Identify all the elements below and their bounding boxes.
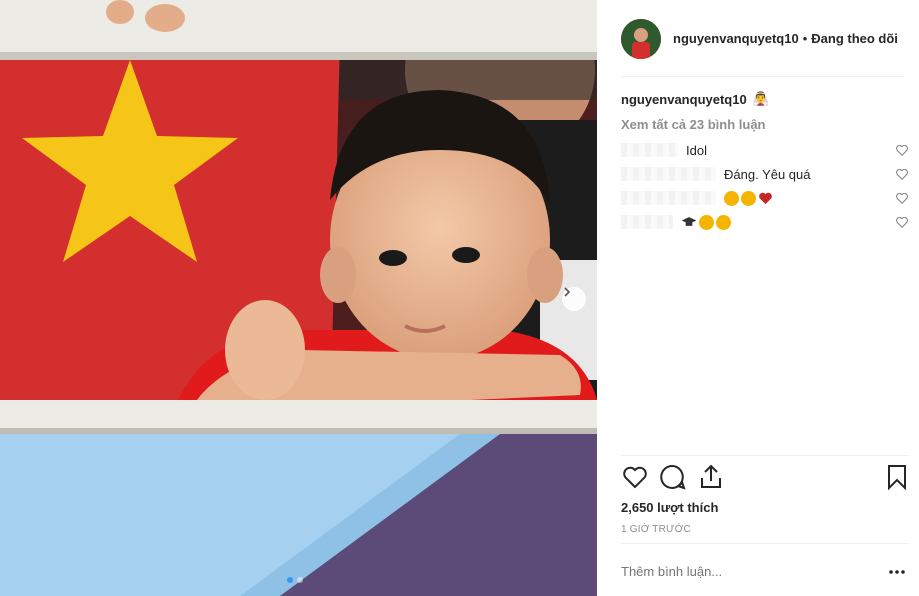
like-comment-heart-icon[interactable] xyxy=(895,167,909,181)
smiling-face-emoji-icon xyxy=(699,214,714,230)
caption-username[interactable]: nguyenvanquyetq10 xyxy=(621,92,747,107)
add-comment-input[interactable] xyxy=(621,564,881,579)
post-timestamp[interactable]: 1 GIỜ TRƯỚC xyxy=(621,524,691,535)
comment-text: Idol xyxy=(686,142,707,158)
post-sidebar: nguyenvanquyetq10 • Đang theo dõi nguyen… xyxy=(597,0,919,596)
chevron-right-icon xyxy=(564,287,571,297)
more-options-icon[interactable] xyxy=(887,565,907,579)
like-comment-heart-icon[interactable] xyxy=(895,215,909,229)
comment-item xyxy=(621,188,909,208)
like-heart-icon[interactable] xyxy=(621,463,649,491)
blurred-username xyxy=(621,191,716,205)
avatar-image xyxy=(621,18,661,59)
likes-count[interactable]: 2,650 lượt thích xyxy=(621,500,718,515)
blurred-username xyxy=(621,215,673,229)
comment-item: Đáng. Yêu quá xyxy=(621,164,909,184)
avatar[interactable] xyxy=(621,18,661,59)
separator-dot: • xyxy=(802,31,808,46)
comment-box-divider xyxy=(621,543,909,544)
caption-emoji: 👰‍♂ xyxy=(752,91,769,106)
comment-bubble-icon[interactable] xyxy=(659,463,687,491)
post-actions xyxy=(621,463,909,491)
following-button[interactable]: Đang theo dõi xyxy=(811,31,898,46)
carousel-dots xyxy=(287,577,303,583)
carousel-dot xyxy=(297,577,303,583)
comment-item xyxy=(621,212,909,232)
save-bookmark-icon[interactable] xyxy=(883,463,911,491)
heart-eyes-emoji-icon xyxy=(724,190,739,206)
post-username[interactable]: nguyenvanquyetq10 xyxy=(673,31,799,46)
caption: nguyenvanquyetq10 👰‍♂ xyxy=(621,91,769,107)
grinning-face-emoji-icon xyxy=(716,214,731,230)
photo-illustration xyxy=(0,0,597,596)
carousel-next-button[interactable] xyxy=(562,287,586,311)
actions-divider xyxy=(621,455,909,456)
heart-eyes-emoji-icon xyxy=(741,190,756,206)
post-header: nguyenvanquyetq10 • Đang theo dõi xyxy=(597,0,919,77)
comment-text: Đáng. Yêu quá xyxy=(724,166,811,182)
like-comment-heart-icon[interactable] xyxy=(895,143,909,157)
blurred-username xyxy=(621,143,678,157)
comment-item: Idol xyxy=(621,140,909,160)
header-divider xyxy=(621,76,905,77)
carousel-dot-active xyxy=(287,577,293,583)
like-comment-heart-icon[interactable] xyxy=(895,191,909,205)
share-icon[interactable] xyxy=(697,463,725,491)
post-photo[interactable] xyxy=(0,0,597,596)
view-all-comments-link[interactable]: Xem tất cả 23 bình luận xyxy=(621,117,766,132)
red-heart-emoji-icon xyxy=(759,192,772,204)
blurred-username xyxy=(621,167,716,181)
graduation-cap-emoji-icon xyxy=(681,216,697,226)
